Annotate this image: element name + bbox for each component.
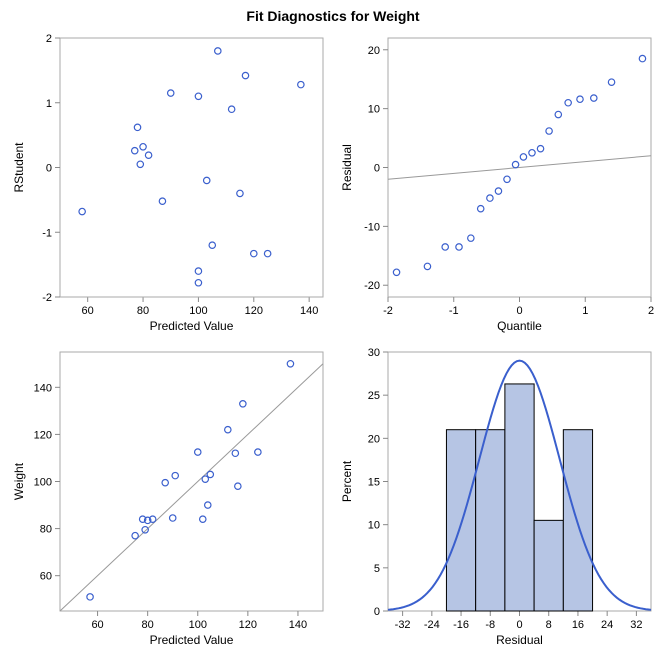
svg-text:-2: -2 bbox=[42, 292, 52, 304]
svg-text:-32: -32 bbox=[395, 619, 411, 631]
svg-text:0: 0 bbox=[374, 163, 380, 175]
svg-text:Residual: Residual bbox=[340, 144, 354, 191]
svg-text:1: 1 bbox=[582, 305, 588, 317]
svg-text:20: 20 bbox=[368, 45, 380, 57]
svg-text:2: 2 bbox=[648, 305, 654, 317]
svg-text:10: 10 bbox=[368, 520, 380, 532]
svg-text:-24: -24 bbox=[424, 619, 440, 631]
panel-residual-histogram: -32 -24 -16 -8 0 8 16 24 32 0 5 10 15 20 25 30 Residual P… bbox=[333, 342, 661, 656]
svg-text:60: 60 bbox=[82, 305, 94, 317]
svg-text:140: 140 bbox=[300, 305, 318, 317]
svg-text:8: 8 bbox=[546, 619, 552, 631]
svg-text:Weight: Weight bbox=[12, 462, 26, 500]
svg-text:140: 140 bbox=[34, 382, 52, 394]
svg-text:1: 1 bbox=[46, 98, 52, 110]
svg-text:80: 80 bbox=[137, 305, 149, 317]
panel-weight-vs-predicted: 60 80 100 120 140 60 80 100 120 140 Predicted Valu… bbox=[5, 342, 333, 656]
svg-text:100: 100 bbox=[189, 305, 207, 317]
chart-grid: 6080100120140-2-1012Predicted ValueRStud… bbox=[5, 28, 661, 656]
svg-text:0: 0 bbox=[374, 606, 380, 618]
svg-text:24: 24 bbox=[601, 619, 613, 631]
svg-text:30: 30 bbox=[368, 347, 380, 359]
svg-text:5: 5 bbox=[374, 563, 380, 575]
svg-text:2: 2 bbox=[46, 33, 52, 45]
svg-text:-20: -20 bbox=[364, 280, 380, 292]
svg-text:Predicted Value: Predicted Value bbox=[150, 633, 234, 647]
svg-text:120: 120 bbox=[34, 429, 52, 441]
svg-text:-1: -1 bbox=[42, 227, 52, 239]
svg-text:RStudent: RStudent bbox=[12, 142, 26, 193]
svg-text:0: 0 bbox=[516, 305, 522, 317]
svg-text:Predicted Value: Predicted Value bbox=[150, 319, 234, 333]
svg-text:0: 0 bbox=[46, 163, 52, 175]
panel-qq-residual: -2-1012-20-1001020QuantileResidual bbox=[333, 28, 661, 342]
svg-text:-1: -1 bbox=[449, 305, 459, 317]
chart-container: Fit Diagnostics for Weight 6080100120140… bbox=[0, 0, 666, 666]
main-title: Fit Diagnostics for Weight bbox=[0, 0, 666, 28]
svg-text:32: 32 bbox=[630, 619, 642, 631]
svg-text:80: 80 bbox=[40, 524, 52, 536]
svg-text:0: 0 bbox=[516, 619, 522, 631]
svg-text:60: 60 bbox=[91, 619, 103, 631]
panel-rstudent-vs-predicted: 60 80 100 120 140 -2 -1 0 1 2 Predicted Value RStud… bbox=[5, 28, 333, 342]
svg-text:-16: -16 bbox=[453, 619, 469, 631]
svg-text:20: 20 bbox=[368, 433, 380, 445]
svg-text:60: 60 bbox=[40, 571, 52, 583]
svg-text:Percent: Percent bbox=[340, 460, 354, 502]
svg-text:120: 120 bbox=[245, 305, 263, 317]
svg-text:-2: -2 bbox=[383, 305, 393, 317]
svg-text:140: 140 bbox=[289, 619, 307, 631]
svg-text:80: 80 bbox=[142, 619, 154, 631]
svg-text:15: 15 bbox=[368, 477, 380, 489]
svg-text:-10: -10 bbox=[364, 221, 380, 233]
svg-text:Quantile: Quantile bbox=[497, 319, 542, 333]
svg-text:10: 10 bbox=[368, 104, 380, 116]
svg-text:100: 100 bbox=[189, 619, 207, 631]
svg-text:Residual: Residual bbox=[496, 633, 543, 647]
svg-text:25: 25 bbox=[368, 390, 380, 402]
svg-text:120: 120 bbox=[239, 619, 257, 631]
svg-text:16: 16 bbox=[572, 619, 584, 631]
svg-text:100: 100 bbox=[34, 477, 52, 489]
svg-text:-8: -8 bbox=[485, 619, 495, 631]
